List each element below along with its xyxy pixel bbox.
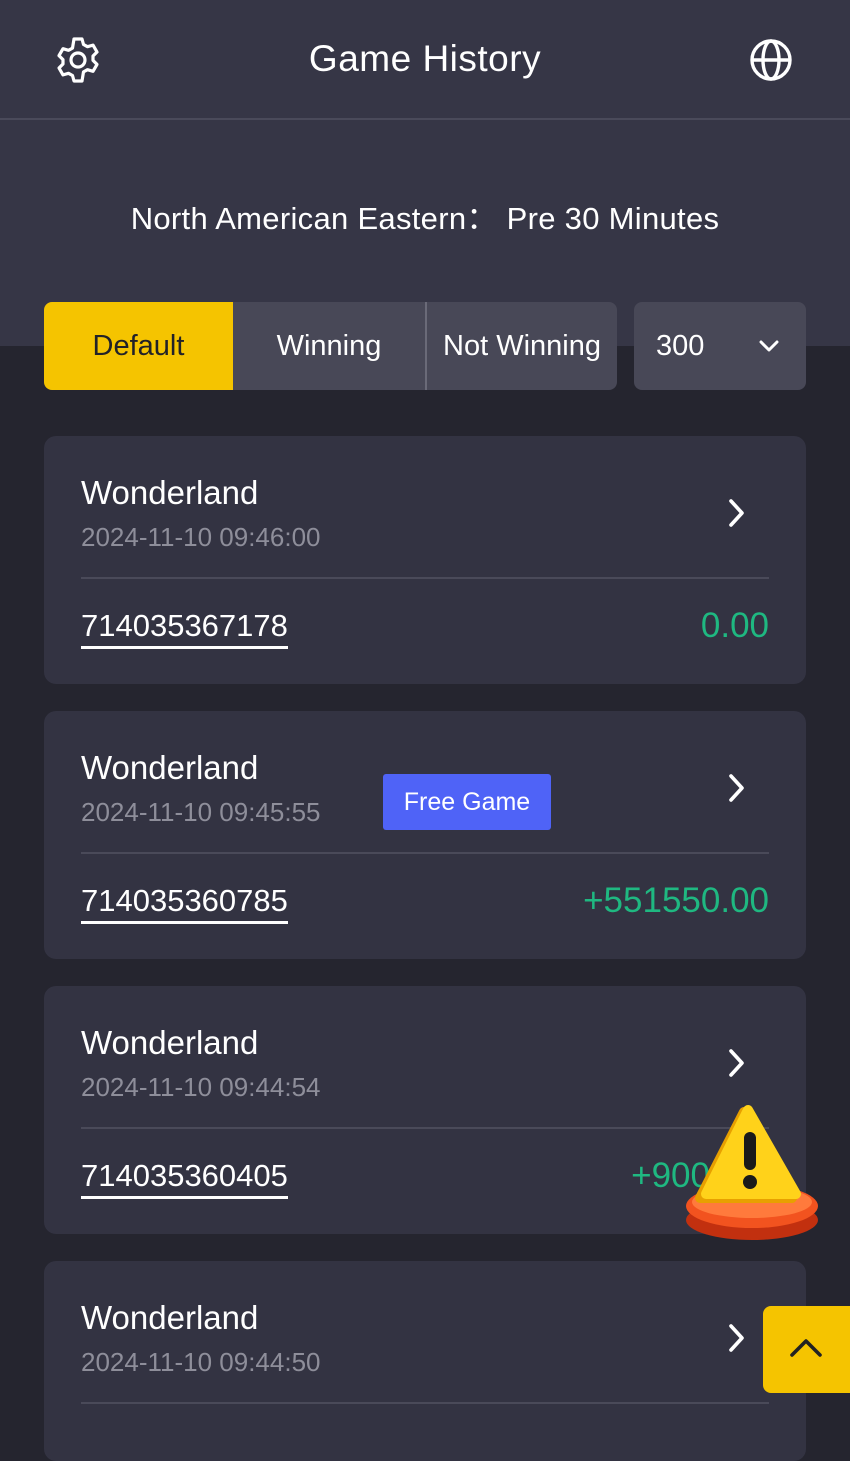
chevron-right-icon[interactable] [724, 773, 748, 803]
chevron-right-icon[interactable] [724, 1323, 748, 1353]
globe-icon[interactable] [745, 34, 797, 86]
game-name: Wonderland [81, 749, 259, 786]
scroll-top-button[interactable] [763, 1306, 850, 1393]
chevron-up-icon [790, 1339, 822, 1357]
game-time: 2024-11-10 09:44:54 [81, 1072, 321, 1102]
page-title: Game History [308, 38, 542, 79]
history-card[interactable]: Wonderland 2024-11-10 09:44:50 [44, 1261, 806, 1461]
game-name: Wonderland [81, 1299, 259, 1336]
top-bar: Game History [0, 0, 850, 120]
chevron-right-icon[interactable] [724, 498, 748, 528]
tab-winning[interactable]: Winning [233, 302, 425, 390]
warning-icon[interactable] [682, 1102, 822, 1244]
history-card[interactable]: Wonderland 2024-11-10 09:46:00 714035367… [44, 436, 806, 684]
win-amount: 0.00 [700, 606, 769, 645]
chevron-right-icon[interactable] [724, 1048, 748, 1078]
card-divider [81, 852, 769, 854]
chevron-down-icon [758, 336, 780, 356]
game-name: Wonderland [81, 474, 259, 511]
game-name: Wonderland [81, 1024, 259, 1061]
history-card[interactable]: Wonderland 2024-11-10 09:45:55 Free Game… [44, 711, 806, 959]
tab-not-winning[interactable]: Not Winning [427, 302, 617, 390]
round-id-link[interactable]: 714035367178 [81, 608, 288, 649]
round-id-link[interactable]: 714035360785 [81, 883, 288, 924]
card-divider [81, 577, 769, 579]
round-id-link[interactable]: 714035360405 [81, 1158, 288, 1199]
card-divider [81, 1402, 769, 1404]
game-time: 2024-11-10 09:45:55 [81, 797, 321, 827]
game-time: 2024-11-10 09:44:50 [81, 1347, 321, 1377]
count-select-value: 300 [656, 330, 705, 362]
tab-default[interactable]: Default [44, 302, 233, 390]
timezone-label: North American Eastern： Pre 30 Minutes [130, 201, 720, 236]
free-game-badge: Free Game [383, 774, 551, 830]
win-amount: +551550.00 [583, 881, 769, 920]
game-time: 2024-11-10 09:46:00 [81, 522, 321, 552]
card-divider [81, 1127, 769, 1129]
count-select[interactable]: 300 [634, 302, 806, 390]
